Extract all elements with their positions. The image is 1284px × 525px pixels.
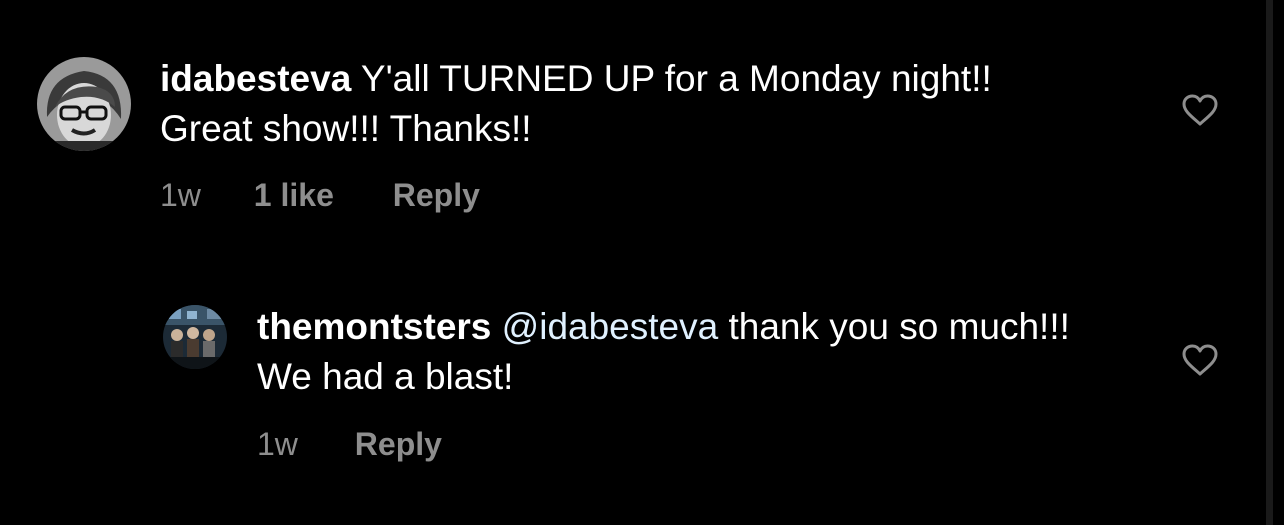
comment-meta: 1w 1 like Reply — [160, 177, 480, 214]
heart-outline-icon[interactable] — [1182, 94, 1218, 126]
comment-username[interactable]: idabesteva — [160, 58, 351, 99]
avatar[interactable] — [37, 57, 131, 151]
comment-time: 1w — [257, 426, 298, 462]
comment-likes-link[interactable]: 1 like — [254, 177, 334, 213]
comment-text: idabesteva Y'all TURNED UP for a Monday … — [160, 54, 1030, 154]
scrollbar[interactable] — [1266, 0, 1273, 525]
comment-username[interactable]: themontsters — [257, 306, 491, 347]
reply-button[interactable]: Reply — [355, 426, 442, 462]
comment-reply-item: themontsters @idabesteva thank you so mu… — [0, 280, 1260, 520]
heart-outline-icon[interactable] — [1182, 344, 1218, 376]
avatar-photo — [163, 305, 227, 369]
comment-time: 1w — [160, 177, 201, 213]
comment-mention-link[interactable]: @idabesteva — [502, 306, 719, 347]
comment-text: themontsters @idabesteva thank you so mu… — [257, 302, 1107, 402]
avatar-photo — [37, 57, 131, 151]
reply-button[interactable]: Reply — [393, 177, 480, 213]
avatar[interactable] — [163, 305, 227, 369]
comment-item: idabesteva Y'all TURNED UP for a Monday … — [0, 0, 1260, 240]
comment-meta: 1w Reply — [257, 426, 442, 463]
